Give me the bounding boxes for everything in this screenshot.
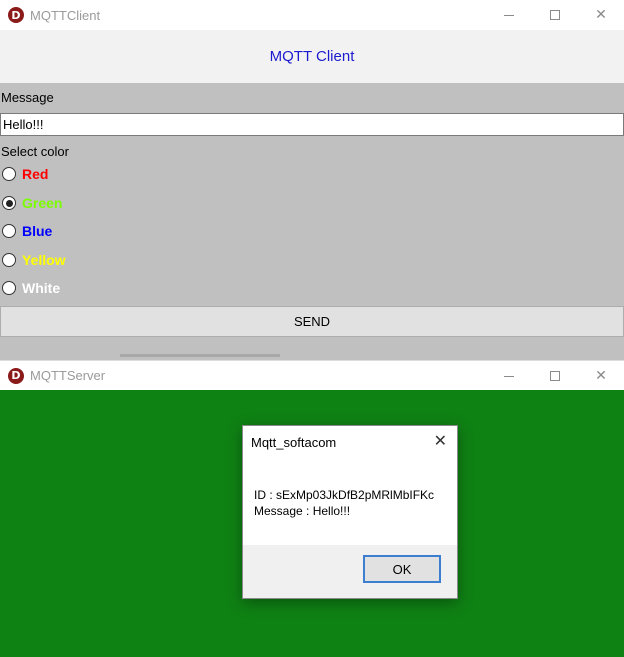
close-icon: ✕: [595, 7, 607, 23]
radio-green[interactable]: [2, 196, 16, 210]
maximize-icon: [550, 10, 560, 20]
dialog-close-button[interactable]: ✕: [434, 431, 447, 450]
radio-blue[interactable]: [2, 224, 16, 238]
mqtt-client-window: D MQTTClient ✕ MQTT Client Message Selec…: [0, 0, 624, 357]
client-bottom-strip: [120, 354, 280, 357]
maximize-icon: [550, 371, 560, 381]
select-color-label: Select color: [1, 144, 69, 159]
dialog-title: Mqtt_softacom: [251, 435, 337, 450]
send-button[interactable]: SEND: [0, 306, 624, 337]
delphi-logo-icon: D: [8, 367, 24, 384]
client-maximize-button[interactable]: [532, 0, 578, 30]
server-window-controls: ✕: [486, 361, 624, 391]
close-icon: ✕: [595, 368, 607, 384]
color-option-blue[interactable]: Blue: [2, 221, 52, 241]
client-header: MQTT Client: [0, 30, 624, 83]
color-option-label: Blue: [22, 223, 53, 239]
color-option-red[interactable]: Red: [2, 164, 48, 184]
server-window-title: MQTTServer: [30, 368, 106, 383]
radio-white[interactable]: [2, 281, 16, 295]
color-option-label: Red: [22, 166, 49, 182]
color-option-label: White: [22, 280, 61, 296]
server-close-button[interactable]: ✕: [578, 361, 624, 391]
client-minimize-button[interactable]: [486, 0, 532, 30]
ok-button[interactable]: OK: [363, 555, 441, 583]
minimize-icon: [504, 14, 514, 16]
color-option-yellow[interactable]: Yellow: [2, 250, 66, 270]
radio-yellow[interactable]: [2, 253, 16, 267]
color-option-label: Green: [22, 195, 63, 211]
client-close-button[interactable]: ✕: [578, 0, 624, 30]
client-header-title: MQTT Client: [269, 48, 355, 65]
message-dialog: Mqtt_softacom ✕ ID : sExMp03JkDfB2pMRlMb…: [242, 425, 458, 599]
minimize-icon: [504, 375, 514, 377]
client-window-controls: ✕: [486, 0, 624, 30]
dialog-message-text: Message : Hello!!!: [254, 504, 351, 518]
message-label: Message: [1, 90, 54, 105]
dialog-footer: OK: [243, 545, 457, 598]
client-window-title: MQTTClient: [30, 7, 101, 23]
server-minimize-button[interactable]: [486, 361, 532, 391]
radio-red[interactable]: [2, 167, 16, 181]
color-option-green[interactable]: Green: [2, 193, 62, 213]
close-icon: ✕: [433, 431, 447, 450]
server-titlebar[interactable]: D MQTTServer ✕: [0, 360, 624, 390]
delphi-logo-icon: D: [8, 7, 24, 23]
client-titlebar[interactable]: D MQTTClient ✕: [0, 0, 624, 30]
dialog-id-text: ID : sExMp03JkDfB2pMRlMbIFKc: [254, 488, 435, 502]
server-maximize-button[interactable]: [532, 361, 578, 391]
color-option-label: Yellow: [22, 252, 66, 268]
color-option-white[interactable]: White: [2, 278, 60, 298]
message-input[interactable]: [0, 113, 624, 136]
